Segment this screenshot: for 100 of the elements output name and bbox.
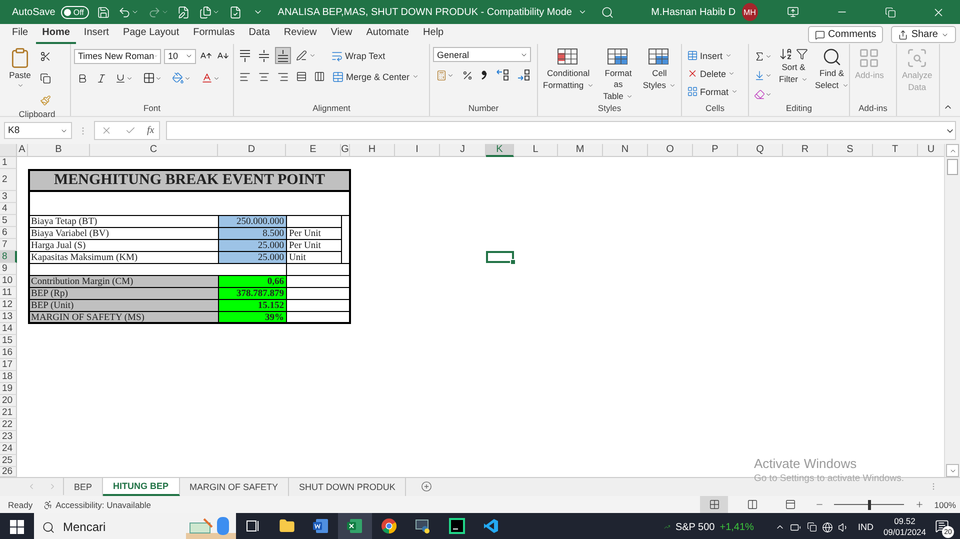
taskbar-search-field[interactable]: Mencari <box>34 513 236 539</box>
row-header[interactable]: 8 <box>0 251 17 263</box>
clock[interactable]: 09.52 09/01/2024 <box>879 516 930 538</box>
column-header[interactable]: T <box>873 144 918 157</box>
document-title: ANALISA BEP,MAS, SHUT DOWN PRODUK - Compatibility Mode <box>278 6 572 18</box>
autosave-toggle[interactable]: Off <box>61 6 89 18</box>
group-label: Number <box>468 103 499 115</box>
column-header[interactable]: K <box>486 144 514 157</box>
row-header[interactable]: 11 <box>0 287 17 299</box>
accessibility-status[interactable]: Accessibility: Unavailable <box>42 500 152 510</box>
group-label: Clipboard <box>18 109 56 119</box>
group-label: Styles <box>598 103 622 115</box>
column-header[interactable]: N <box>603 144 648 157</box>
group-label: Add-ins <box>858 103 888 115</box>
group-label: Font <box>143 103 160 115</box>
column-header[interactable]: U <box>918 144 944 157</box>
name-box[interactable]: K8 <box>4 122 72 139</box>
column-header[interactable]: C <box>90 144 218 157</box>
font-size-dropdown[interactable]: 10 <box>164 48 196 64</box>
table-cell: 378.787.879 <box>218 287 287 300</box>
column-header[interactable]: Q <box>738 144 783 157</box>
row-header[interactable]: 14 <box>0 323 17 335</box>
style-button[interactable]: Cell Styles <box>640 47 678 103</box>
row-header[interactable]: 7 <box>0 239 17 251</box>
language-indicator[interactable]: IND <box>858 522 874 532</box>
column-header[interactable]: H <box>350 144 395 157</box>
row-header[interactable]: 17 <box>0 359 17 371</box>
stock-name: S&P 500 <box>675 522 715 532</box>
number-format-dropdown[interactable]: General <box>433 47 531 62</box>
row-header[interactable]: 26 <box>0 467 17 477</box>
row-header[interactable]: 12 <box>0 299 17 311</box>
row-header[interactable]: 15 <box>0 335 17 347</box>
style-button[interactable]: Conditional Formatting <box>541 47 596 103</box>
font-name-dropdown[interactable]: Times New Roman <box>74 48 161 64</box>
row-header[interactable]: 9 <box>0 263 17 275</box>
zoom-level[interactable]: 100% <box>934 500 956 510</box>
table-cell: 250.000.000 <box>218 215 287 228</box>
column-header[interactable]: P <box>693 144 738 157</box>
menu-tab[interactable]: Automate <box>360 25 416 44</box>
column-header[interactable]: O <box>648 144 693 157</box>
row-header[interactable]: 22 <box>0 419 17 431</box>
table-cell: Per Unit <box>286 239 342 252</box>
activation-title: Activate Windows <box>754 456 858 471</box>
column-header[interactable]: J <box>440 144 486 157</box>
row-header[interactable]: 16 <box>0 347 17 359</box>
row-header[interactable]: 2 <box>0 169 17 191</box>
menu-tab[interactable]: Insert <box>78 25 115 44</box>
wrap-text-button[interactable]: Wrap Text <box>329 47 388 64</box>
share-button[interactable]: Share <box>891 26 956 43</box>
column-header[interactable]: A <box>17 144 28 157</box>
table-cell: BEP (Rp) <box>28 287 219 300</box>
column-header[interactable]: L <box>514 144 558 157</box>
column-header[interactable]: E <box>286 144 341 157</box>
row-header[interactable]: 20 <box>0 395 17 407</box>
merge-center-button[interactable]: Merge & Center <box>330 68 421 85</box>
menu-tab[interactable]: Help <box>417 25 450 44</box>
cells-button[interactable]: Delete <box>685 65 740 82</box>
user-avatar[interactable]: MH <box>742 3 758 21</box>
row-header[interactable]: 24 <box>0 443 17 455</box>
sort-filter-button[interactable]: Sort & Filter <box>777 47 810 103</box>
row-header[interactable]: 6 <box>0 227 17 239</box>
menu-tab[interactable]: View <box>324 25 358 44</box>
row-header[interactable]: 21 <box>0 407 17 419</box>
stock-widget[interactable]: S&P 500 +1,41% <box>664 513 754 539</box>
find-select-button[interactable]: Find & Select <box>813 47 851 103</box>
table-cell: 15.152 <box>218 299 287 312</box>
row-header[interactable]: 10 <box>0 275 17 287</box>
insert-function-button[interactable]: fx <box>146 125 154 136</box>
row-header[interactable]: 1 <box>0 157 17 169</box>
paste-button[interactable]: Paste <box>7 47 33 109</box>
row-header[interactable]: 18 <box>0 371 17 383</box>
row-header[interactable]: 4 <box>0 203 17 215</box>
table-cell: 25.000 <box>218 239 287 252</box>
table-cell: 25.000 <box>218 251 287 264</box>
row-header[interactable]: 13 <box>0 311 17 323</box>
menu-tab[interactable]: Data <box>242 25 276 44</box>
menu-tab[interactable]: Review <box>278 25 323 44</box>
row-header[interactable]: 23 <box>0 431 17 443</box>
row-header[interactable]: 5 <box>0 215 17 227</box>
column-header[interactable]: D <box>218 144 286 157</box>
menu-tab[interactable]: Page Layout <box>116 25 186 44</box>
comments-button[interactable]: Comments <box>808 26 884 43</box>
activation-hint: Go to Settings to activate Windows. <box>754 473 904 484</box>
row-header[interactable]: 25 <box>0 455 17 467</box>
row-header[interactable]: 19 <box>0 383 17 395</box>
menu-tab[interactable]: File <box>6 25 34 44</box>
column-header[interactable]: B <box>28 144 90 157</box>
table-cell: BEP (Unit) <box>28 299 219 312</box>
menu-tab[interactable]: Formulas <box>187 25 241 44</box>
style-button[interactable]: Format as Table <box>598 47 638 103</box>
column-header[interactable]: G <box>341 144 350 157</box>
row-header[interactable]: 3 <box>0 191 17 203</box>
cells-button[interactable]: Insert <box>685 47 740 64</box>
sheet-tab[interactable]: HITUNG BEP <box>103 478 180 496</box>
table-cell: 0,66 <box>218 275 287 288</box>
column-header[interactable]: R <box>783 144 828 157</box>
column-header[interactable]: M <box>558 144 603 157</box>
column-header[interactable]: S <box>828 144 873 157</box>
column-header[interactable]: I <box>395 144 440 157</box>
cells-button[interactable]: Format <box>685 83 740 100</box>
